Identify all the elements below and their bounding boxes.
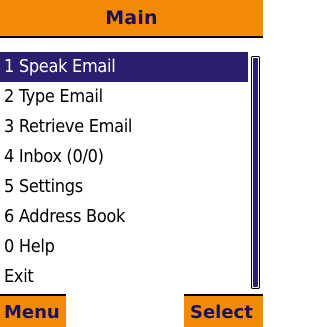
screen-title: Main <box>105 7 158 29</box>
menu-item-type-email[interactable]: 2 Type Email <box>0 82 248 112</box>
menu-item-exit[interactable]: Exit <box>0 262 248 292</box>
menu-item-speak-email[interactable]: 1 Speak Email <box>0 52 248 82</box>
menu-scrollbar[interactable] <box>251 56 260 289</box>
menu-item-help[interactable]: 0 Help <box>0 232 248 262</box>
select-softkey-button[interactable]: Select <box>184 294 263 327</box>
menu-softkey-button[interactable]: Menu <box>0 294 66 327</box>
menu-item-settings[interactable]: 5 Settings <box>0 172 248 202</box>
title-bar: Main <box>0 0 263 38</box>
softkey-bar: Menu Select <box>0 294 263 327</box>
scrollbar-thumb[interactable] <box>253 58 258 287</box>
phone-screen: Main 1 Speak Email 2 Type Email 3 Retrie… <box>0 0 263 327</box>
main-menu-list: 1 Speak Email 2 Type Email 3 Retrieve Em… <box>0 52 248 292</box>
menu-item-address-book[interactable]: 6 Address Book <box>0 202 248 232</box>
menu-item-retrieve-email[interactable]: 3 Retrieve Email <box>0 112 248 142</box>
menu-item-inbox[interactable]: 4 Inbox (0/0) <box>0 142 248 172</box>
